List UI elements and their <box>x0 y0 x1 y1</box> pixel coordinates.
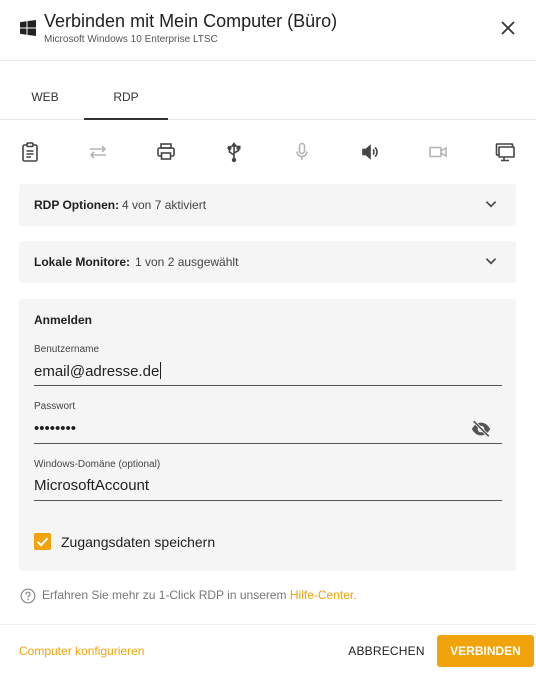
clipboard-icon[interactable] <box>18 140 42 164</box>
dialog-title: Verbinden mit Mein Computer (Büro) <box>44 11 338 31</box>
close-icon[interactable] <box>496 16 520 40</box>
local-monitors-expander[interactable]: Lokale Monitore: 1 von 2 ausgewählt <box>19 241 516 283</box>
tab-rdp[interactable]: RDP <box>84 60 168 120</box>
password-value: •••••••• <box>34 420 77 437</box>
connect-button[interactable]: VERBINDEN <box>437 635 534 667</box>
usb-icon[interactable] <box>222 140 246 164</box>
speaker-icon[interactable] <box>358 140 382 164</box>
save-credentials-label[interactable]: Zugangsdaten speichern <box>61 534 215 550</box>
monitors-icon[interactable] <box>493 140 517 164</box>
password-label: Passwort <box>34 401 76 412</box>
username-field[interactable]: email@adresse.de <box>34 359 502 386</box>
username-value: email@adresse.de <box>34 362 162 380</box>
camera-icon[interactable] <box>426 140 450 164</box>
dialog-footer: Computer konfigurieren ABBRECHEN VERBIND… <box>0 624 536 673</box>
login-panel: Anmelden Benutzername email@adresse.de P… <box>19 299 516 571</box>
dialog-subtitle: Microsoft Windows 10 Enterprise LTSC <box>44 34 218 45</box>
chevron-down-icon <box>485 201 497 208</box>
dialog-header: Verbinden mit Mein Computer (Büro) Micro… <box>0 0 536 61</box>
help-line: Erfahren Sie mehr zu 1-Click RDP in unse… <box>20 587 520 605</box>
rdp-feature-toolbar <box>0 134 536 170</box>
windows-logo-icon <box>20 20 36 36</box>
tab-bar: WEB RDP <box>0 60 536 120</box>
save-credentials-checkbox[interactable] <box>34 533 51 550</box>
login-heading: Anmelden <box>34 313 93 327</box>
local-monitors-label: Lokale Monitore: <box>34 255 131 269</box>
domain-label: Windows-Domäne (optional) <box>34 459 161 470</box>
help-text: Erfahren Sie mehr zu 1-Click RDP in unse… <box>42 588 357 602</box>
rdp-options-expander[interactable]: RDP Optionen: 4 von 7 aktiviert <box>19 184 516 226</box>
rdp-options-label: RDP Optionen: <box>34 198 120 212</box>
eye-off-icon[interactable] <box>470 418 492 440</box>
help-circle-icon <box>20 588 36 604</box>
chevron-down-icon <box>485 258 497 265</box>
help-center-link[interactable]: Hilfe-Center. <box>290 588 357 602</box>
configure-computer-link[interactable]: Computer konfigurieren <box>19 644 144 658</box>
microphone-icon[interactable] <box>290 140 314 164</box>
domain-field[interactable]: MicrosoftAccount <box>34 474 502 501</box>
domain-value: MicrosoftAccount <box>34 477 150 494</box>
cancel-button[interactable]: ABBRECHEN <box>340 635 433 667</box>
checkmark-icon <box>36 537 49 547</box>
tab-web[interactable]: WEB <box>14 60 76 119</box>
password-field[interactable]: •••••••• <box>34 417 502 444</box>
printer-icon[interactable] <box>154 140 178 164</box>
local-monitors-value: 1 von 2 ausgewählt <box>135 255 239 269</box>
rdp-options-value: 4 von 7 aktiviert <box>122 198 207 212</box>
file-transfer-icon[interactable] <box>86 140 110 164</box>
username-label: Benutzername <box>34 344 100 355</box>
